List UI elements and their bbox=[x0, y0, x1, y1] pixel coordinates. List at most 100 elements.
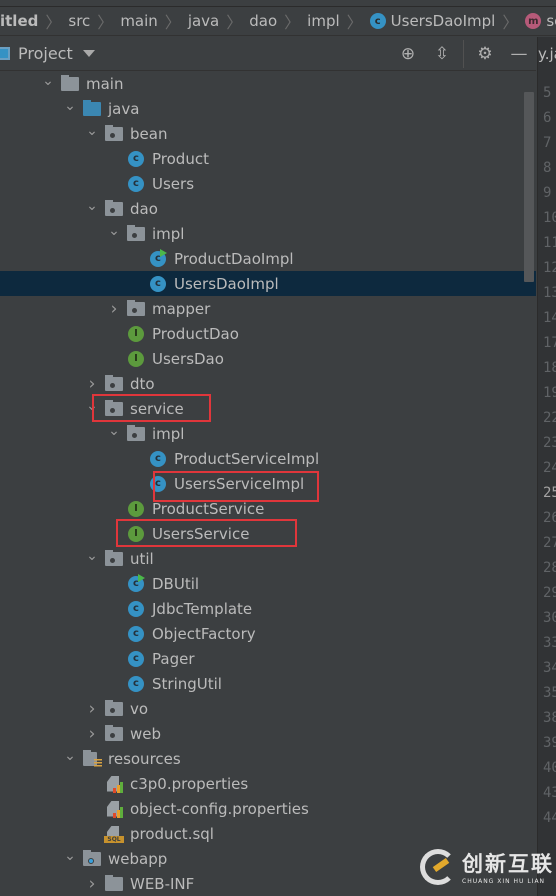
package-icon bbox=[126, 299, 146, 318]
breadcrumb-item[interactable]: java bbox=[188, 12, 219, 30]
tree-item-label: java bbox=[108, 99, 140, 118]
breadcrumb-label: impl bbox=[307, 12, 340, 30]
breadcrumb-label: java bbox=[187, 12, 220, 30]
chevron-right-icon[interactable]: › bbox=[84, 874, 100, 894]
tree-item-label: resources bbox=[108, 749, 181, 768]
tree-item-label: UsersDaoImpl bbox=[174, 274, 279, 293]
chevron-down-icon[interactable]: ⌄ bbox=[84, 198, 100, 214]
minimize-icon[interactable]: — bbox=[507, 42, 531, 66]
line-number: 17 bbox=[543, 335, 556, 351]
breadcrumb-separator-icon: 〉 bbox=[226, 13, 243, 32]
class-icon: c bbox=[126, 175, 146, 193]
line-number: 6 bbox=[543, 110, 552, 126]
tree-item-label: object-config.properties bbox=[130, 799, 309, 818]
project-tree: ⌄ main ⌄ java ⌄ bean c Product c Users ⌄ dao ⌄ impl c P… bbox=[0, 71, 536, 896]
tree-item[interactable]: ⌄ java bbox=[0, 96, 536, 121]
tree-item[interactable]: › web bbox=[0, 721, 536, 746]
tree-item[interactable]: › dto bbox=[0, 371, 536, 396]
tree-item[interactable]: c Users bbox=[0, 171, 536, 196]
collapse-all-icon[interactable]: ⇳ bbox=[430, 42, 454, 66]
tree-item[interactable]: I ProductDao bbox=[0, 321, 536, 346]
tree-item[interactable]: c StringUtil bbox=[0, 671, 536, 696]
window-top-strip bbox=[0, 0, 556, 7]
chevron-down-icon[interactable]: ⌄ bbox=[40, 73, 56, 89]
breadcrumb-item[interactable]: dao bbox=[249, 12, 277, 30]
tree-item[interactable]: c UsersDaoImpl bbox=[0, 271, 536, 296]
project-icon bbox=[0, 47, 10, 60]
chevron-down-icon[interactable]: ⌄ bbox=[62, 98, 78, 114]
chevron-down-icon[interactable]: ⌄ bbox=[106, 423, 122, 439]
line-number: 8 bbox=[543, 160, 552, 176]
line-number: 30 bbox=[543, 610, 556, 626]
class-main-icon: c bbox=[126, 573, 146, 593]
class-icon: c bbox=[126, 600, 146, 618]
tree-item[interactable]: c Product bbox=[0, 146, 536, 171]
tree-item-label: util bbox=[130, 549, 154, 568]
properties-icon bbox=[104, 800, 124, 818]
gear-icon[interactable]: ⚙ bbox=[473, 42, 497, 66]
chevron-down-icon[interactable]: ⌄ bbox=[106, 223, 122, 239]
tree-item[interactable]: ⌄ main bbox=[0, 71, 536, 96]
tree-item-label: Pager bbox=[152, 649, 195, 668]
chevron-down-icon[interactable]: ⌄ bbox=[62, 748, 78, 764]
breadcrumb-item[interactable]: impl bbox=[307, 12, 339, 30]
breadcrumb-label: selectByCond bbox=[546, 12, 556, 30]
tree-item[interactable]: c3p0.properties bbox=[0, 771, 536, 796]
tree-item[interactable]: › vo bbox=[0, 696, 536, 721]
breadcrumb-separator-icon: 〉 bbox=[502, 13, 519, 32]
line-number: 43 bbox=[543, 785, 556, 801]
line-number: 10 bbox=[543, 210, 556, 226]
chevron-right-icon[interactable]: › bbox=[84, 699, 100, 719]
toolbar-divider bbox=[463, 40, 464, 68]
breadcrumb-item[interactable]: c UsersDaoImpl bbox=[369, 12, 495, 30]
tree-item[interactable]: ⌄ util bbox=[0, 546, 536, 571]
chevron-right-icon[interactable]: › bbox=[106, 299, 122, 319]
locate-icon[interactable]: ⊕ bbox=[396, 42, 420, 66]
tree-item[interactable]: c DBUtil bbox=[0, 571, 536, 596]
class-icon: c bbox=[126, 675, 146, 693]
tree-item[interactable]: ⌄ resources bbox=[0, 746, 536, 771]
tree-item[interactable]: c ObjectFactory bbox=[0, 621, 536, 646]
breadcrumb-item[interactable]: m selectByCond bbox=[525, 12, 556, 30]
interface-icon: I bbox=[126, 325, 146, 343]
line-number: 12 bbox=[543, 260, 556, 276]
chevron-down-icon[interactable]: ⌄ bbox=[84, 548, 100, 564]
tree-scrollbar[interactable] bbox=[524, 92, 534, 282]
tree-item[interactable]: › mapper bbox=[0, 296, 536, 321]
tree-item[interactable]: SQL product.sql bbox=[0, 821, 536, 846]
chevron-down-icon[interactable]: ⌄ bbox=[84, 123, 100, 139]
tree-item[interactable]: c Pager bbox=[0, 646, 536, 671]
tree-item[interactable]: I UsersDao bbox=[0, 346, 536, 371]
line-number: 26 bbox=[543, 510, 556, 526]
dropdown-arrow-icon[interactable] bbox=[82, 50, 95, 57]
package-icon bbox=[104, 199, 124, 218]
breadcrumb-item[interactable]: src bbox=[68, 12, 90, 30]
breadcrumb-item[interactable]: itled bbox=[0, 12, 38, 30]
breadcrumb-separator-icon: 〉 bbox=[45, 13, 62, 32]
tree-item[interactable]: c ProductServiceImpl bbox=[0, 446, 536, 471]
tree-item[interactable]: ⌄ service bbox=[0, 396, 536, 421]
src-folder-icon bbox=[82, 99, 102, 118]
tree-item-label: webapp bbox=[108, 849, 168, 868]
interface-icon: I bbox=[126, 500, 146, 518]
line-number: 29 bbox=[543, 585, 556, 601]
chevron-right-icon[interactable]: › bbox=[84, 374, 100, 394]
tree-item[interactable]: c JdbcTemplate bbox=[0, 596, 536, 621]
tree-item[interactable]: object-config.properties bbox=[0, 796, 536, 821]
tree-item[interactable]: ⌄ dao bbox=[0, 196, 536, 221]
editor-tab-fragment[interactable]: y.ja bbox=[538, 45, 556, 63]
tree-item[interactable]: ⌄ impl bbox=[0, 221, 536, 246]
tree-item[interactable]: ⌄ bean bbox=[0, 121, 536, 146]
chevron-down-icon[interactable]: ⌄ bbox=[62, 848, 78, 864]
line-number: 24 bbox=[543, 460, 556, 476]
breadcrumb-item[interactable]: main bbox=[120, 12, 157, 30]
tree-item[interactable]: ⌄ impl bbox=[0, 421, 536, 446]
chevron-right-icon[interactable]: › bbox=[84, 724, 100, 744]
tree-item-label: c3p0.properties bbox=[130, 774, 249, 793]
project-view-selector[interactable]: Project bbox=[18, 44, 73, 63]
tree-item[interactable]: c ProductDaoImpl bbox=[0, 246, 536, 271]
